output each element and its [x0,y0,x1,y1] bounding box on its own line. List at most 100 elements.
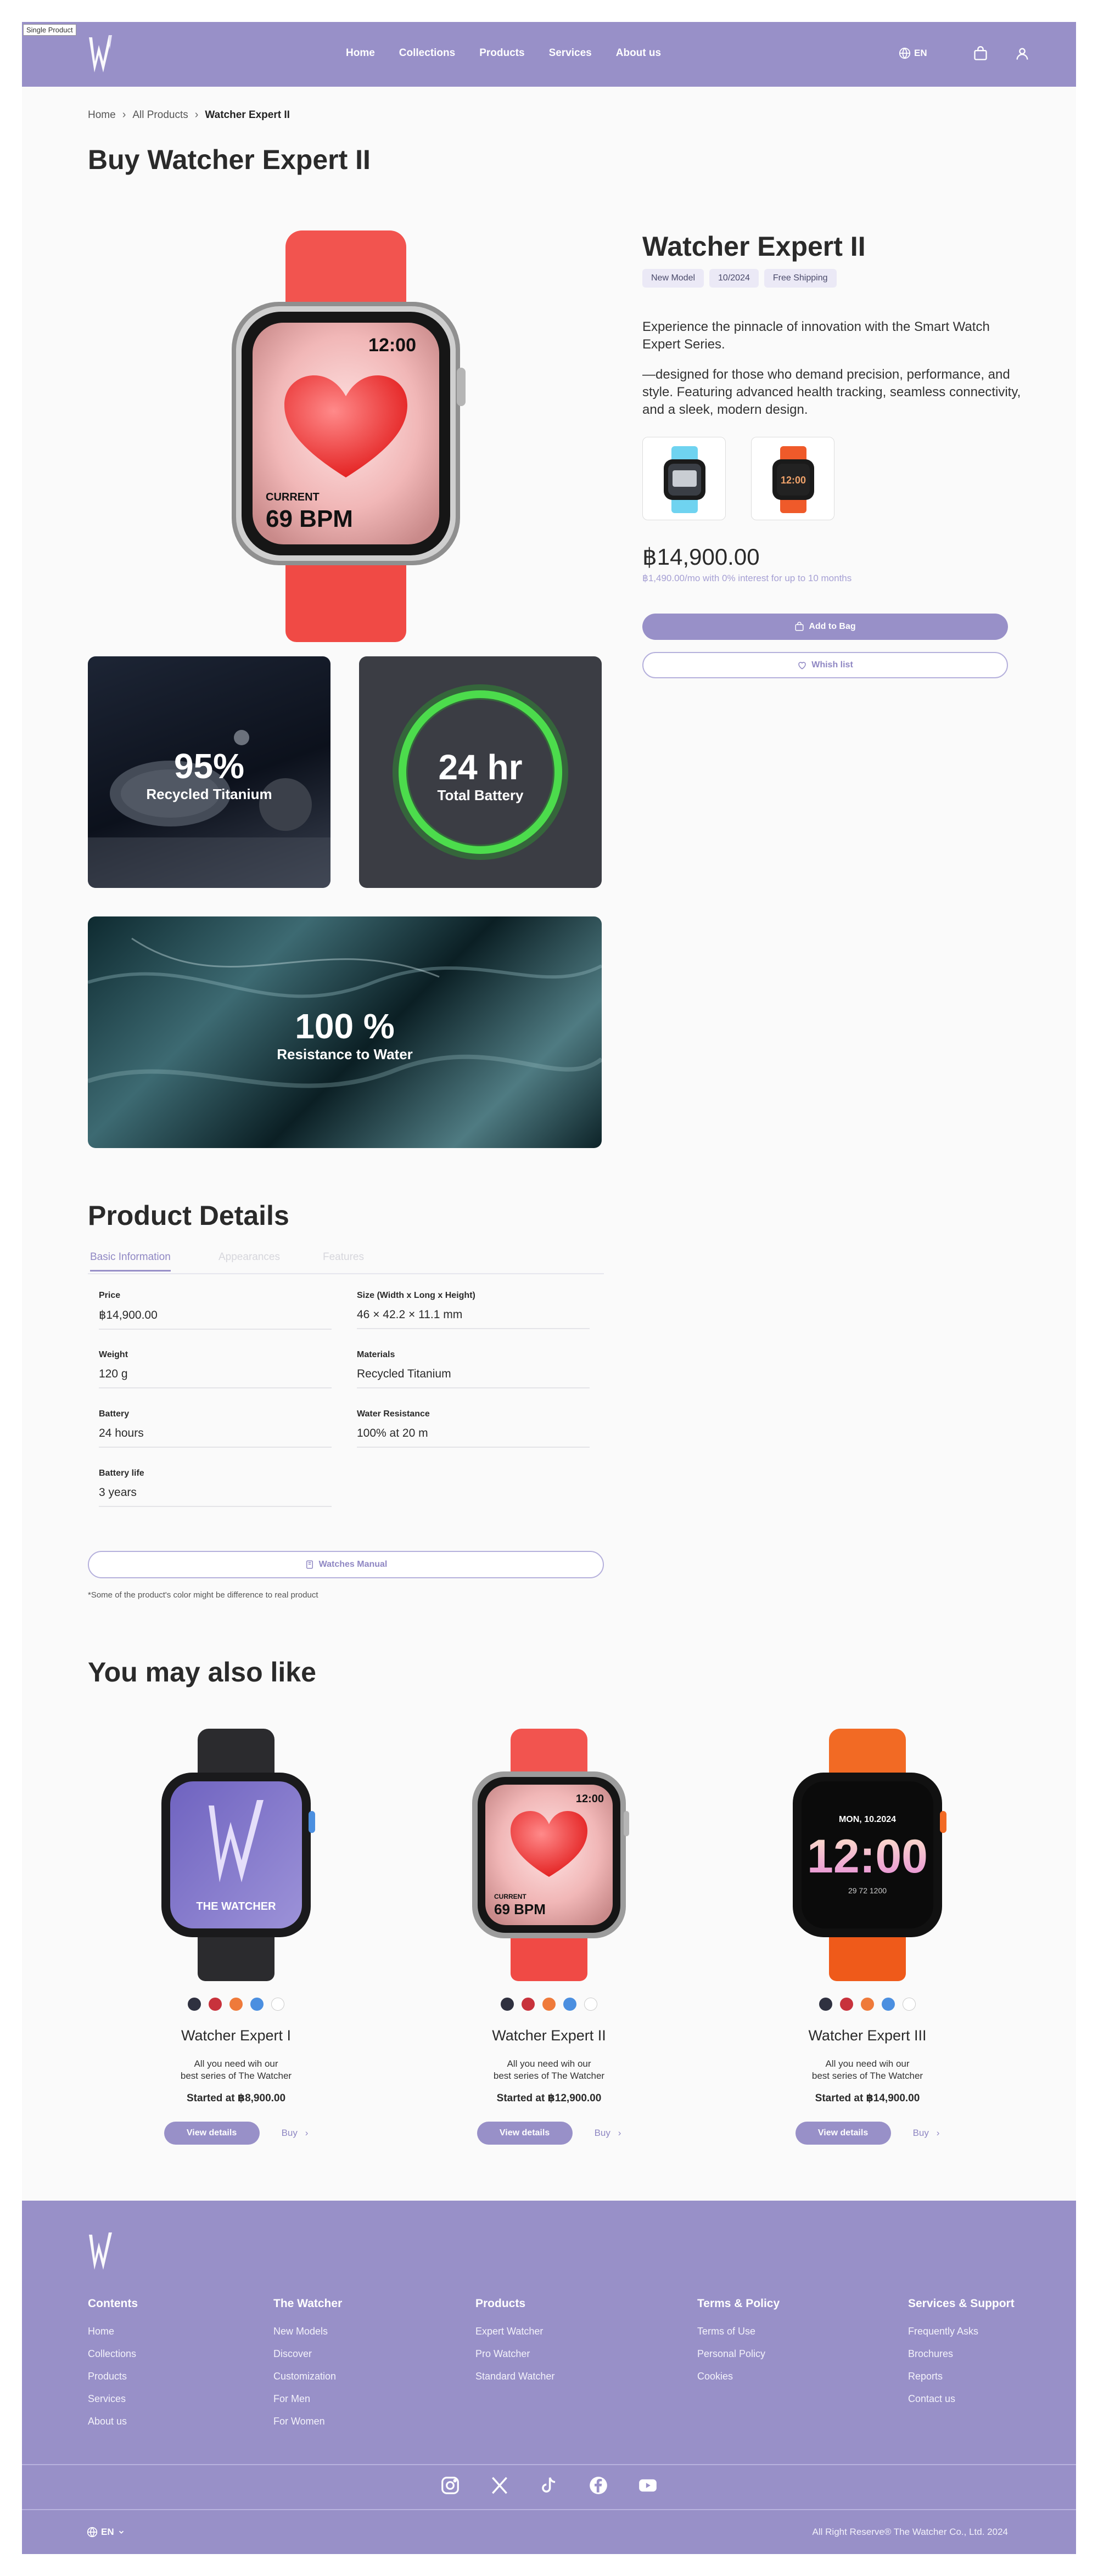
chevron-right-icon: › [194,109,199,121]
card-desc-line-1: All you need wih our [507,2058,591,2069]
water-value: 100 % [295,1006,395,1046]
footer-link-collections[interactable]: Collections [88,2348,138,2360]
watch-expert-3-image[interactable]: MON, 10.2024 12:00 29 72 1200 [785,1729,950,1981]
swatch-orange[interactable] [229,1998,243,2011]
globe-icon [899,47,911,59]
tab-basic-information[interactable]: Basic Information [90,1251,171,1272]
swatch-red[interactable] [522,1998,535,2011]
nav-about-us[interactable]: About us [616,47,661,59]
buy-link[interactable]: Buy › [913,2128,940,2139]
footer-link-frequently-asks[interactable]: Frequently Asks [908,2326,1015,2337]
swatch-white[interactable] [271,1998,284,2011]
footer-link-pro-watcher[interactable]: Pro Watcher [475,2348,554,2360]
heart-icon [798,662,806,670]
shopping-bag-icon[interactable] [973,46,988,61]
youtube-icon[interactable] [637,2475,658,2496]
nav-collections[interactable]: Collections [399,47,455,59]
view-details-button[interactable]: View details [795,2122,891,2145]
footer-link-contact-us[interactable]: Contact us [908,2393,1015,2405]
swatch-red[interactable] [209,1998,222,2011]
watches-manual-button[interactable]: Watches Manual [88,1551,604,1578]
footer-link-new-models[interactable]: New Models [273,2326,342,2337]
swatch-red[interactable] [840,1998,853,2011]
footer-link-products[interactable]: Products [88,2371,138,2382]
buy-link[interactable]: Buy › [282,2128,309,2139]
footer-divider [22,2464,1076,2465]
footer-link-cookies[interactable]: Cookies [697,2371,780,2382]
footer-link-expert-watcher[interactable]: Expert Watcher [475,2326,554,2337]
swatch-blue[interactable] [563,1998,576,2011]
footer-link-customization[interactable]: Customization [273,2371,342,2382]
variant-orange[interactable]: 12:00 [751,437,834,520]
footer-link-standard-watcher[interactable]: Standard Watcher [475,2371,554,2382]
swatch-orange[interactable] [861,1998,874,2011]
swatch-blue[interactable] [882,1998,895,2011]
view-details-button[interactable]: View details [164,2122,260,2145]
view-details-button[interactable]: View details [477,2122,573,2145]
spec-price: Price ฿14,900.00 [99,1291,332,1330]
instagram-icon[interactable] [440,2475,461,2496]
watch-expert-1-image[interactable]: THE WATCHER [154,1729,318,1981]
footer-link-brochures[interactable]: Brochures [908,2348,1015,2360]
nav-home[interactable]: Home [346,47,375,59]
footer-col-title: Services & Support [908,2297,1015,2310]
tab-appearances[interactable]: Appearances [219,1251,280,1263]
nav-products[interactable]: Products [479,47,524,59]
variant-screen-time: 12:00 [781,475,806,486]
add-to-bag-button[interactable]: Add to Bag [642,614,1008,640]
brand-logo[interactable] [87,33,114,77]
footer-logo[interactable] [87,2230,114,2274]
spec-label: Battery [99,1409,130,1419]
breadcrumb: Home › All Products › Watcher Expert II [88,109,290,121]
add-to-bag-label: Add to Bag [809,622,856,631]
watch-3-screen-time: 12:00 [807,1830,928,1883]
spec-value: 3 years [99,1486,137,1499]
swatch-orange[interactable] [542,1998,556,2011]
spec-label: Water Resistance [357,1409,430,1419]
buy-link[interactable]: Buy › [595,2128,621,2139]
footer-link-reports[interactable]: Reports [908,2371,1015,2382]
swatch-white[interactable] [903,1998,916,2011]
wishlist-button[interactable]: Whish list [642,652,1008,678]
nav-services[interactable]: Services [549,47,592,59]
language-selector[interactable]: EN [899,47,927,59]
facebook-icon[interactable] [588,2475,609,2496]
footer-link-home[interactable]: Home [88,2326,138,2337]
watch-expert-2-image[interactable]: 12:00 CURRENT 69 BPM [467,1729,631,1981]
product-price: ฿14,900.00 [642,544,760,570]
swatch-black[interactable] [501,1998,514,2011]
footer-link-about-us[interactable]: About us [88,2416,138,2427]
footer-link-for-men[interactable]: For Men [273,2393,342,2405]
footer-language-selector[interactable]: EN [87,2527,125,2538]
book-icon [306,1560,313,1569]
footer-link-for-women[interactable]: For Women [273,2416,342,2427]
breadcrumb-all-products[interactable]: All Products [132,109,188,121]
card-price: Started at ฿14,900.00 [815,2093,920,2104]
footer-col-title: Products [475,2297,526,2310]
user-icon[interactable] [1015,46,1030,61]
breadcrumb-home[interactable]: Home [88,109,116,121]
swatch-blue[interactable] [250,1998,264,2011]
spec-weight: Weight 120 g [99,1350,332,1388]
footer-link-personal-policy[interactable]: Personal Policy [697,2348,780,2360]
spec-value: 24 hours [99,1427,144,1439]
card-actions: View details Buy › [714,2122,1021,2145]
site-footer: Contents Home Collections Products Servi… [22,2201,1076,2554]
variant-blue[interactable] [642,437,726,520]
footer-link-discover[interactable]: Discover [273,2348,342,2360]
card-price: Started at ฿8,900.00 [186,2093,286,2104]
swatch-black[interactable] [819,1998,832,2011]
tab-features[interactable]: Features [323,1251,364,1263]
swatch-white[interactable] [584,1998,597,2011]
tiktok-icon[interactable] [539,2475,559,2496]
footer-link-services[interactable]: Services [88,2393,138,2405]
spec-label: Weight [99,1350,128,1359]
spec-water-resistance: Water Resistance 100% at 20 m [357,1409,590,1448]
hero-screen-time: 12:00 [368,335,416,356]
x-twitter-icon[interactable] [489,2475,510,2496]
battery-label: Total Battery [437,787,524,803]
footer-link-terms-of-use[interactable]: Terms of Use [697,2326,780,2337]
product-description: Experience the pinnacle of innovation wi… [642,318,1027,431]
battery-value: 24 hr [438,747,523,787]
swatch-black[interactable] [188,1998,201,2011]
